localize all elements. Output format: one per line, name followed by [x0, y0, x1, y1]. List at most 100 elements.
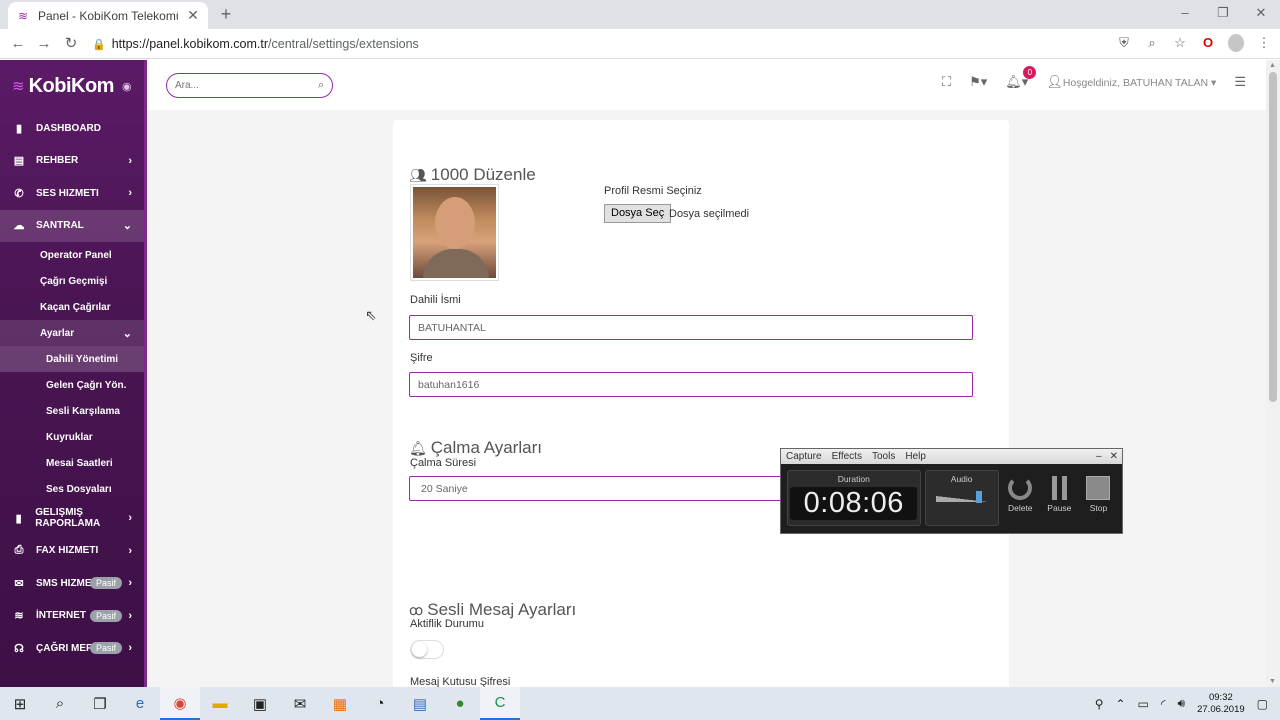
menu-effects[interactable]: Effects: [832, 451, 862, 462]
flag-icon[interactable]: ⚑▾: [969, 74, 987, 90]
delete-icon: [1008, 476, 1033, 500]
extension-name-field[interactable]: BATUHANTAL: [409, 315, 973, 340]
zoom-icon[interactable]: ⌕: [1144, 34, 1160, 52]
recorder-minimize-icon[interactable]: –: [1096, 451, 1102, 462]
active-status-toggle[interactable]: [410, 640, 444, 659]
hamburger-menu-icon[interactable]: ☰: [1234, 74, 1246, 90]
chevron-down-icon: ⌄: [122, 327, 132, 340]
shield-icon[interactable]: ⛨: [1116, 34, 1132, 52]
password-field[interactable]: batuhan1616: [409, 372, 973, 397]
chrome-icon[interactable]: ◉: [160, 687, 200, 720]
sidebar-sub-sesli-karsilama[interactable]: Sesli Karşılama: [0, 398, 144, 424]
menu-tools[interactable]: Tools: [872, 451, 895, 462]
logo[interactable]: ≋ KobiKom ◉: [0, 60, 144, 112]
profile-avatar-icon[interactable]: [1228, 34, 1244, 52]
sidebar-sub-cagri-gecmisi[interactable]: Çağrı Geçmişi: [0, 268, 144, 294]
file-explorer-icon[interactable]: ▬: [200, 687, 240, 720]
volume-icon[interactable]: 🔊︎: [1178, 696, 1186, 711]
opera-extension-icon[interactable]: O: [1200, 34, 1216, 52]
windows-taskbar: ⊞ ⌕ ❐ e ◉ ▬ ▣ ✉ ▦ ◔ ▤ ● C ⚲ ⌃ ▭ ◜ 🔊︎ 09:…: [0, 687, 1280, 720]
audio-volume-slider[interactable]: [935, 491, 988, 503]
sidebar-sub-ayarlar[interactable]: Ayarlar ⌄: [0, 320, 144, 346]
stop-button[interactable]: Stop: [1081, 476, 1116, 526]
minimize-icon[interactable]: –: [1166, 0, 1204, 29]
sidebar-sub-dahili-yonetimi[interactable]: Dahili Yönetimi: [0, 346, 144, 372]
notifications-icon[interactable]: ▢: [1257, 697, 1268, 711]
stop-icon: [1086, 476, 1111, 500]
search-input[interactable]: [175, 80, 318, 91]
chevron-right-icon: ›: [128, 187, 132, 200]
pause-button[interactable]: Pause: [1042, 476, 1077, 526]
hs-app-icon[interactable]: ●: [440, 687, 480, 720]
scrollbar-thumb[interactable]: [1269, 72, 1277, 402]
sidebar-item-santral[interactable]: ☁ SANTRAL ⌄: [0, 209, 144, 242]
reload-icon[interactable]: ↻: [61, 34, 81, 54]
section-title-text: Sesli Mesaj Ayarları: [427, 600, 577, 619]
phone-icon: ✆: [14, 187, 24, 200]
battery-icon[interactable]: ▭: [1138, 697, 1149, 711]
choose-file-button[interactable]: Dosya Seç: [604, 204, 672, 223]
sidebar-sub-mesai-saatleri[interactable]: Mesai Saatleri: [0, 450, 144, 476]
ring-duration-label: Çalma Süresi: [410, 457, 477, 469]
sidebar-item-ses-hizmeti[interactable]: ✆ SES HIZMETI ›: [0, 177, 144, 210]
star-icon[interactable]: ☆: [1172, 34, 1188, 52]
sidebar-item-rehber[interactable]: ▤ REHBER ›: [0, 145, 144, 178]
url-field[interactable]: 🔒 https://panel.kobikom.com.tr/central/s…: [92, 32, 1182, 56]
menu-dots-icon[interactable]: ⋮: [1256, 34, 1272, 52]
chevron-right-icon: ›: [128, 609, 132, 622]
network-icon[interactable]: ◜: [1161, 697, 1166, 711]
network-app-icon[interactable]: ▤: [400, 687, 440, 720]
ellipsis-caret-icon: ▾: [1208, 77, 1217, 89]
user-icon: 👤︎: [1046, 74, 1063, 89]
page-scrollbar[interactable]: ▲ ▼: [1266, 60, 1280, 687]
speedometer-icon[interactable]: ◔: [360, 687, 400, 720]
chart-icon: ▮: [15, 512, 22, 525]
back-icon[interactable]: ←: [8, 34, 28, 54]
close-tab-icon[interactable]: ✕: [186, 7, 200, 24]
menu-help[interactable]: Help: [905, 451, 926, 462]
sidebar-item-dashboard[interactable]: ▮ DASHBOARD: [0, 112, 144, 145]
sidebar-item-cagri-merkezi[interactable]: ☊ ÇAĞRI MERKEZ Pasif ›: [0, 632, 144, 665]
sidebar-sub-operator-panel[interactable]: Operator Panel: [0, 242, 144, 268]
office-icon[interactable]: ▦: [320, 687, 360, 720]
section-title-text: Çalma Ayarları: [430, 438, 542, 457]
sidebar-item-sms[interactable]: ✉ SMS HIZMETI Pasif ›: [0, 567, 144, 600]
search-icon[interactable]: ⌕: [318, 79, 324, 92]
new-tab-icon[interactable]: +: [216, 4, 236, 25]
fullscreen-icon[interactable]: ⛶: [942, 74, 951, 90]
sidebar-sub-kacan-cagrilar[interactable]: Kaçan Çağrılar: [0, 294, 144, 320]
mail-icon[interactable]: ✉: [280, 687, 320, 720]
maximize-icon[interactable]: ❐: [1204, 0, 1242, 29]
task-view-icon[interactable]: ❐: [80, 687, 120, 720]
bell-icon[interactable]: 🔔︎▾ 0: [1005, 66, 1037, 90]
browser-tab[interactable]: ≋ Panel - KobiKom Telekomünikasy ✕: [8, 2, 208, 29]
sidebar-sub-ses-dosyalari[interactable]: Ses Dosyaları: [0, 476, 144, 502]
edge-icon[interactable]: e: [120, 687, 160, 720]
people-icon[interactable]: ⚲: [1095, 697, 1104, 711]
tray-expand-icon[interactable]: ⌃: [1115, 697, 1125, 711]
scroll-down-icon[interactable]: ▼: [1269, 678, 1276, 685]
password-label: Şifre: [410, 352, 433, 364]
close-window-icon[interactable]: ✕: [1242, 0, 1280, 29]
sidebar-item-fax[interactable]: ⎙ FAX HIZMETI ›: [0, 535, 144, 568]
eye-icon[interactable]: ◉: [122, 80, 132, 93]
user-menu[interactable]: 👤︎Hoşgeldiniz, BATUHAN TALAN ▾: [1046, 74, 1216, 90]
windows-start-icon[interactable]: ⊞: [0, 687, 40, 720]
sidebar-sub-kuyruklar[interactable]: Kuyruklar: [0, 424, 144, 450]
camtasia-icon[interactable]: C: [480, 687, 520, 720]
scroll-up-icon[interactable]: ▲: [1269, 62, 1276, 69]
delete-button[interactable]: Delete: [1003, 476, 1038, 526]
sidebar-sub-gelen-cagri[interactable]: Gelen Çağrı Yön.: [0, 372, 144, 398]
search-icon[interactable]: ⌕: [40, 687, 80, 720]
search-box[interactable]: ⌕: [166, 73, 333, 98]
screen-recorder-widget: Capture Effects Tools Help – ✕ Duration 0…: [780, 448, 1123, 534]
clock[interactable]: 09:32 27.06.2019: [1197, 692, 1245, 716]
voicemail-settings-title: ꝏ Sesli Mesaj Ayarları: [409, 600, 576, 620]
store-icon[interactable]: ▣: [240, 687, 280, 720]
menu-capture[interactable]: Capture: [786, 451, 822, 462]
sidebar-item-internet[interactable]: ≋ İNTERNET Pasif ›: [0, 600, 144, 633]
recorder-close-icon[interactable]: ✕: [1110, 451, 1118, 462]
forward-icon[interactable]: →: [34, 34, 54, 54]
sidebar-item-raporlama[interactable]: ▮ GELIŞMIŞ RAPORLAMA ›: [0, 502, 144, 535]
duration-time: 0:08:06: [790, 487, 918, 520]
